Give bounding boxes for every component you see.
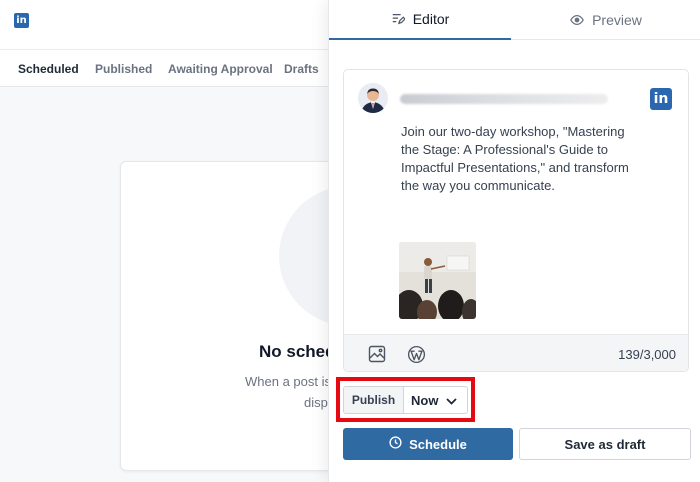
post-toolbar: 139/3,000 bbox=[344, 334, 688, 371]
post-text-line: the way you communicate. bbox=[401, 178, 555, 193]
clock-icon bbox=[389, 436, 402, 452]
eye-icon bbox=[570, 13, 584, 27]
edit-icon bbox=[391, 12, 405, 26]
panel-tabs: Editor Preview bbox=[329, 0, 700, 40]
wordpress-icon[interactable] bbox=[407, 345, 427, 365]
publish-timing-value: Now bbox=[411, 392, 439, 408]
tab-published[interactable]: Published bbox=[95, 62, 152, 76]
character-count: 139/3,000 bbox=[618, 347, 676, 362]
linkedin-icon[interactable]: in bbox=[14, 13, 29, 28]
publish-timing-control: Publish Now bbox=[343, 386, 468, 414]
schedule-button-label: Schedule bbox=[409, 436, 467, 452]
post-text-line: the Stage: A Professional's Guide to bbox=[401, 142, 609, 157]
post-text[interactable]: Join our two-day workshop, "Mastering th… bbox=[401, 123, 666, 195]
linkedin-icon: in bbox=[650, 88, 672, 110]
tab-scheduled[interactable]: Scheduled bbox=[18, 62, 79, 76]
tab-drafts[interactable]: Drafts bbox=[284, 62, 319, 76]
tab-preview[interactable]: Preview bbox=[511, 0, 700, 40]
publish-label: Publish bbox=[344, 387, 404, 413]
post-text-line: Join our two-day workshop, "Mastering bbox=[401, 124, 625, 139]
tab-editor-label: Editor bbox=[412, 11, 450, 27]
post-image-thumbnail[interactable] bbox=[399, 242, 476, 319]
editor-panel: Editor Preview in Join our two-day works… bbox=[328, 0, 700, 482]
post-text-line: Impactful Presentations," and transform bbox=[401, 160, 629, 175]
publish-timing-select[interactable]: Now bbox=[404, 387, 467, 413]
empty-state-description-line2: disp bbox=[304, 395, 328, 410]
image-icon[interactable] bbox=[368, 345, 388, 365]
tab-awaiting-approval[interactable]: Awaiting Approval bbox=[168, 62, 273, 76]
chevron-down-icon bbox=[446, 393, 457, 408]
post-preview-card: in Join our two-day workshop, "Mastering… bbox=[343, 69, 689, 372]
save-draft-button[interactable]: Save as draft bbox=[519, 428, 691, 460]
schedule-button[interactable]: Schedule bbox=[343, 428, 513, 460]
empty-state-title: No sched bbox=[259, 342, 336, 361]
blurred-account-name bbox=[400, 94, 608, 104]
avatar bbox=[358, 83, 388, 113]
tab-editor[interactable]: Editor bbox=[329, 0, 511, 40]
empty-state-description: When a post is bbox=[245, 374, 331, 389]
tab-preview-label: Preview bbox=[592, 12, 642, 28]
